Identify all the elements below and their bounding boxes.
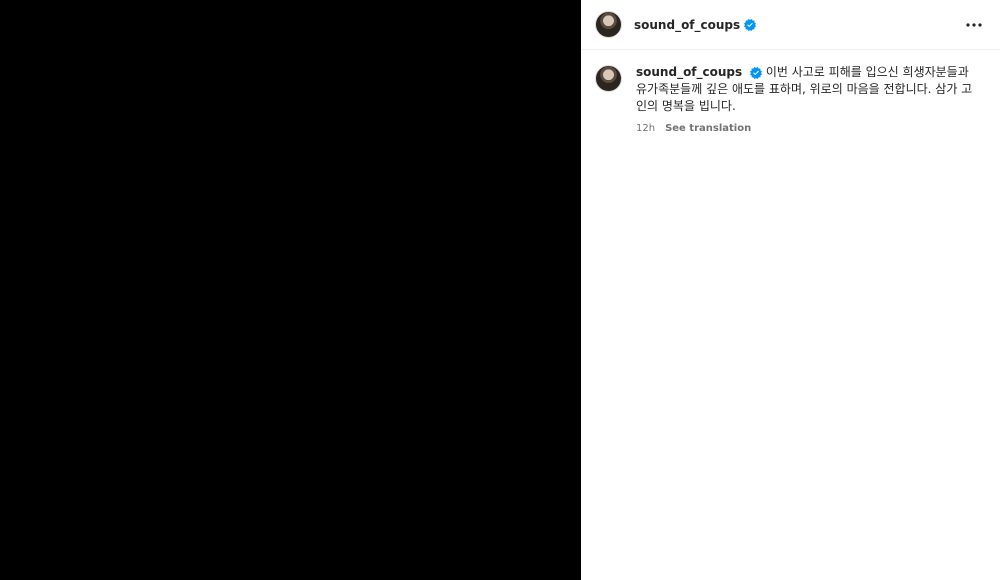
more-options-button[interactable] [962, 13, 986, 37]
caption-avatar[interactable] [595, 65, 622, 92]
verified-badge-icon [750, 66, 762, 79]
verified-badge-icon [744, 18, 757, 31]
post-viewer: sound_of_coups sound_of_coups 이번 사고로 피해를… [0, 0, 1000, 580]
post-timestamp[interactable]: 12h [636, 123, 655, 134]
author-username[interactable]: sound_of_coups [634, 18, 740, 32]
caption-text-block: sound_of_coups 이번 사고로 피해를 입으신 희생자분들과 유가족… [636, 64, 976, 115]
caption-body: sound_of_coups 이번 사고로 피해를 입으신 희생자분들과 유가족… [636, 64, 976, 134]
post-caption: sound_of_coups 이번 사고로 피해를 입으신 희생자분들과 유가족… [581, 50, 1000, 134]
caption-username[interactable]: sound_of_coups [636, 65, 742, 79]
post-media[interactable] [0, 0, 581, 580]
post-header: sound_of_coups [581, 0, 1000, 50]
author-avatar[interactable] [595, 11, 622, 38]
caption-meta: 12h See translation [636, 123, 976, 134]
more-options-icon [966, 22, 982, 27]
post-side-panel: sound_of_coups sound_of_coups 이번 사고로 피해를… [581, 0, 1000, 580]
see-translation-button[interactable]: See translation [665, 123, 751, 134]
